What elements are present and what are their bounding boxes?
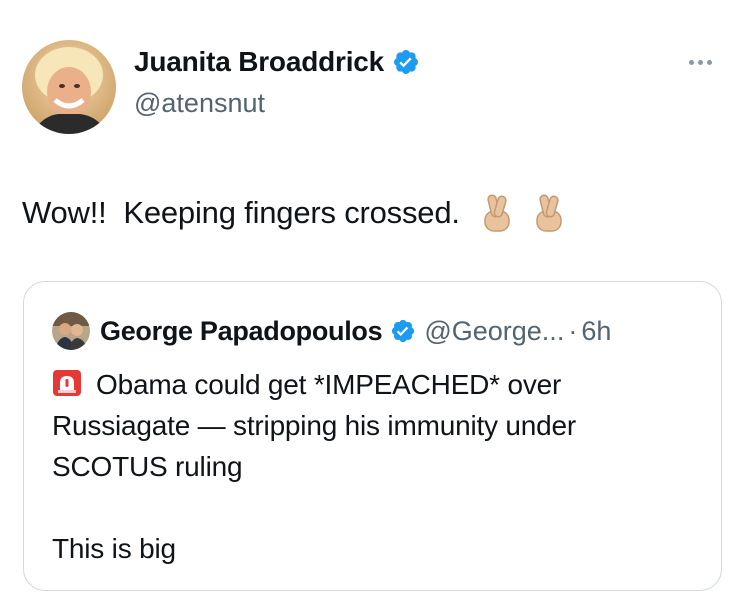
quoted-author-display-name[interactable]: George Papadopoulos xyxy=(100,316,383,347)
verified-badge-icon xyxy=(394,50,418,74)
more-options-icon xyxy=(689,60,694,65)
author-display-name[interactable]: Juanita Broaddrick xyxy=(134,46,384,78)
emoji-group xyxy=(480,193,566,233)
quoted-text-line: Obama could get *IMPEACHED* over xyxy=(52,364,702,405)
quoted-timestamp[interactable]: 6h xyxy=(581,316,611,347)
quoted-tweet-card[interactable]: George Papadopoulos @George... · 6h Obam… xyxy=(23,281,722,591)
quoted-text-line-2: Russiagate — stripping his immunity unde… xyxy=(52,410,577,441)
profile-photo-icon xyxy=(22,40,116,134)
tweet-body: Wow!! Keeping fingers crossed. xyxy=(22,195,460,230)
more-options-button[interactable] xyxy=(689,60,712,65)
header-separator: · xyxy=(568,315,578,346)
verified-badge-icon xyxy=(392,319,415,343)
crossed-fingers-icon xyxy=(484,194,510,232)
author-handle[interactable]: @atensnut xyxy=(134,88,265,119)
author-avatar[interactable] xyxy=(22,40,116,134)
quoted-author-avatar[interactable] xyxy=(52,312,90,350)
quoted-text-line-3: SCOTUS ruling xyxy=(52,451,243,482)
profile-photo-icon xyxy=(52,312,90,350)
crossed-fingers-icon xyxy=(536,194,562,232)
tweet-text: Wow!! Keeping fingers crossed. xyxy=(22,193,566,233)
quoted-author-handle[interactable]: @George... xyxy=(424,316,564,347)
police-light-icon xyxy=(53,370,81,396)
author-display-name-row[interactable]: Juanita Broaddrick xyxy=(134,46,420,78)
quoted-verified-badge xyxy=(390,318,416,344)
quoted-tweet-text: Obama could get *IMPEACHED* over Russiag… xyxy=(52,364,702,569)
quoted-text-closing: This is big xyxy=(52,533,176,564)
quoted-text-line-1: Obama could get *IMPEACHED* over xyxy=(96,369,562,400)
quoted-tweet-header: George Papadopoulos @George... · 6h xyxy=(52,312,611,350)
